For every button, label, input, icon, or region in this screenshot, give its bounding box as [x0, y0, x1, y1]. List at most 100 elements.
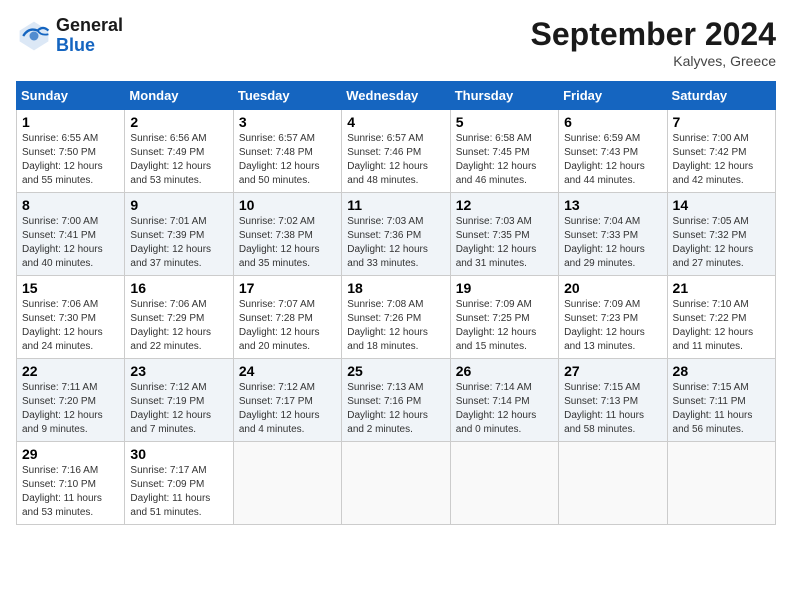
day-detail: Sunrise: 7:03 AM Sunset: 7:36 PM Dayligh…: [347, 215, 444, 271]
calendar-cell: 20Sunrise: 7:09 AM Sunset: 7:23 PM Dayli…: [559, 276, 667, 359]
day-detail: Sunrise: 7:07 AM Sunset: 7:28 PM Dayligh…: [239, 298, 336, 354]
day-number: 17: [239, 280, 336, 296]
calendar-cell: 24Sunrise: 7:12 AM Sunset: 7:17 PM Dayli…: [233, 359, 341, 442]
day-detail: Sunrise: 6:57 AM Sunset: 7:46 PM Dayligh…: [347, 132, 444, 188]
logo-text-line2: Blue: [56, 36, 123, 56]
header-saturday: Saturday: [667, 82, 775, 110]
day-number: 9: [130, 197, 227, 213]
logo: General Blue: [16, 16, 123, 56]
calendar-cell: 10 Sunrise: 7:02 AM Sunset: 7:38 PM Dayli…: [233, 193, 341, 276]
calendar-cell: 15Sunrise: 7:06 AM Sunset: 7:30 PM Dayli…: [17, 276, 125, 359]
day-number: 8: [22, 197, 119, 213]
day-detail: Sunrise: 7:06 AM Sunset: 7:29 PM Dayligh…: [130, 298, 227, 354]
day-detail: Sunrise: 7:13 AM Sunset: 7:16 PM Dayligh…: [347, 381, 444, 437]
calendar-cell: 8 Sunrise: 7:00 AM Sunset: 7:41 PM Daylig…: [17, 193, 125, 276]
day-number: 20: [564, 280, 661, 296]
day-number: 25: [347, 363, 444, 379]
calendar-cell: [450, 442, 558, 525]
calendar-cell: 18Sunrise: 7:08 AM Sunset: 7:26 PM Dayli…: [342, 276, 450, 359]
day-number: 26: [456, 363, 553, 379]
calendar-header-row: SundayMondayTuesdayWednesdayThursdayFrid…: [17, 82, 776, 110]
day-detail: Sunrise: 6:59 AM Sunset: 7:43 PM Dayligh…: [564, 132, 661, 188]
calendar-cell: 5Sunrise: 6:58 AM Sunset: 7:45 PM Daylig…: [450, 110, 558, 193]
day-number: 14: [673, 197, 770, 213]
page-header: General Blue September 2024 Kalyves, Gre…: [16, 16, 776, 69]
day-number: 3: [239, 114, 336, 130]
day-number: 7: [673, 114, 770, 130]
header-friday: Friday: [559, 82, 667, 110]
day-number: 21: [673, 280, 770, 296]
calendar-week-2: 8 Sunrise: 7:00 AM Sunset: 7:41 PM Daylig…: [17, 193, 776, 276]
day-detail: Sunrise: 7:05 AM Sunset: 7:32 PM Dayligh…: [673, 215, 770, 271]
day-detail: Sunrise: 7:12 AM Sunset: 7:19 PM Dayligh…: [130, 381, 227, 437]
day-number: 10: [239, 197, 336, 213]
day-detail: Sunrise: 6:58 AM Sunset: 7:45 PM Dayligh…: [456, 132, 553, 188]
calendar-cell: 28Sunrise: 7:15 AM Sunset: 7:11 PM Dayli…: [667, 359, 775, 442]
day-detail: Sunrise: 7:10 AM Sunset: 7:22 PM Dayligh…: [673, 298, 770, 354]
calendar-cell: [559, 442, 667, 525]
month-title: September 2024: [531, 16, 776, 53]
day-detail: Sunrise: 7:01 AM Sunset: 7:39 PM Dayligh…: [130, 215, 227, 271]
calendar-cell: 23 Sunrise: 7:12 AM Sunset: 7:19 PM Dayli…: [125, 359, 233, 442]
day-number: 15: [22, 280, 119, 296]
calendar-cell: 16 Sunrise: 7:06 AM Sunset: 7:29 PM Dayli…: [125, 276, 233, 359]
logo-icon: [16, 18, 52, 54]
calendar-cell: 9 Sunrise: 7:01 AM Sunset: 7:39 PM Daylig…: [125, 193, 233, 276]
day-detail: Sunrise: 6:56 AM Sunset: 7:49 PM Dayligh…: [130, 132, 227, 188]
location: Kalyves, Greece: [531, 53, 776, 69]
day-detail: Sunrise: 7:03 AM Sunset: 7:35 PM Dayligh…: [456, 215, 553, 271]
day-number: 2: [130, 114, 227, 130]
header-thursday: Thursday: [450, 82, 558, 110]
calendar-cell: 26 Sunrise: 7:14 AM Sunset: 7:14 PM Dayli…: [450, 359, 558, 442]
header-tuesday: Tuesday: [233, 82, 341, 110]
day-detail: Sunrise: 7:17 AM Sunset: 7:09 PM Dayligh…: [130, 464, 227, 520]
calendar-week-4: 22Sunrise: 7:11 AM Sunset: 7:20 PM Dayli…: [17, 359, 776, 442]
day-detail: Sunrise: 7:11 AM Sunset: 7:20 PM Dayligh…: [22, 381, 119, 437]
calendar-cell: 30 Sunrise: 7:17 AM Sunset: 7:09 PM Dayli…: [125, 442, 233, 525]
calendar-cell: 29 Sunrise: 7:16 AM Sunset: 7:10 PM Dayli…: [17, 442, 125, 525]
day-number: 30: [130, 446, 227, 462]
calendar-cell: [233, 442, 341, 525]
day-number: 11: [347, 197, 444, 213]
day-detail: Sunrise: 7:14 AM Sunset: 7:14 PM Dayligh…: [456, 381, 553, 437]
calendar-cell: 2 Sunrise: 6:56 AM Sunset: 7:49 PM Daylig…: [125, 110, 233, 193]
header-monday: Monday: [125, 82, 233, 110]
day-number: 16: [130, 280, 227, 296]
header-wednesday: Wednesday: [342, 82, 450, 110]
day-detail: Sunrise: 7:09 AM Sunset: 7:25 PM Dayligh…: [456, 298, 553, 354]
calendar-cell: 3Sunrise: 6:57 AM Sunset: 7:48 PM Daylig…: [233, 110, 341, 193]
day-detail: Sunrise: 7:04 AM Sunset: 7:33 PM Dayligh…: [564, 215, 661, 271]
day-number: 28: [673, 363, 770, 379]
day-number: 29: [22, 446, 119, 462]
day-detail: Sunrise: 7:15 AM Sunset: 7:13 PM Dayligh…: [564, 381, 661, 437]
calendar-week-1: 1Sunrise: 6:55 AM Sunset: 7:50 PM Daylig…: [17, 110, 776, 193]
calendar-cell: 13 Sunrise: 7:04 AM Sunset: 7:33 PM Dayli…: [559, 193, 667, 276]
calendar-cell: 25 Sunrise: 7:13 AM Sunset: 7:16 PM Dayli…: [342, 359, 450, 442]
day-number: 23: [130, 363, 227, 379]
calendar-cell: [342, 442, 450, 525]
day-detail: Sunrise: 7:16 AM Sunset: 7:10 PM Dayligh…: [22, 464, 119, 520]
calendar-cell: 21 Sunrise: 7:10 AM Sunset: 7:22 PM Dayli…: [667, 276, 775, 359]
calendar-cell: 17 Sunrise: 7:07 AM Sunset: 7:28 PM Dayli…: [233, 276, 341, 359]
day-detail: Sunrise: 7:00 AM Sunset: 7:41 PM Dayligh…: [22, 215, 119, 271]
day-number: 12: [456, 197, 553, 213]
calendar-week-5: 29 Sunrise: 7:16 AM Sunset: 7:10 PM Dayli…: [17, 442, 776, 525]
calendar-cell: 6 Sunrise: 6:59 AM Sunset: 7:43 PM Daylig…: [559, 110, 667, 193]
calendar-cell: 12 Sunrise: 7:03 AM Sunset: 7:35 PM Dayli…: [450, 193, 558, 276]
day-number: 13: [564, 197, 661, 213]
day-number: 4: [347, 114, 444, 130]
day-number: 27: [564, 363, 661, 379]
day-number: 24: [239, 363, 336, 379]
day-detail: Sunrise: 7:02 AM Sunset: 7:38 PM Dayligh…: [239, 215, 336, 271]
calendar-cell: 1Sunrise: 6:55 AM Sunset: 7:50 PM Daylig…: [17, 110, 125, 193]
day-detail: Sunrise: 7:00 AM Sunset: 7:42 PM Dayligh…: [673, 132, 770, 188]
calendar-cell: 14 Sunrise: 7:05 AM Sunset: 7:32 PM Dayli…: [667, 193, 775, 276]
day-number: 6: [564, 114, 661, 130]
day-number: 19: [456, 280, 553, 296]
calendar-cell: 22Sunrise: 7:11 AM Sunset: 7:20 PM Dayli…: [17, 359, 125, 442]
calendar-cell: 4 Sunrise: 6:57 AM Sunset: 7:46 PM Daylig…: [342, 110, 450, 193]
calendar-cell: 19 Sunrise: 7:09 AM Sunset: 7:25 PM Dayli…: [450, 276, 558, 359]
day-number: 1: [22, 114, 119, 130]
calendar-cell: 7 Sunrise: 7:00 AM Sunset: 7:42 PM Daylig…: [667, 110, 775, 193]
logo-text-line1: General: [56, 16, 123, 36]
